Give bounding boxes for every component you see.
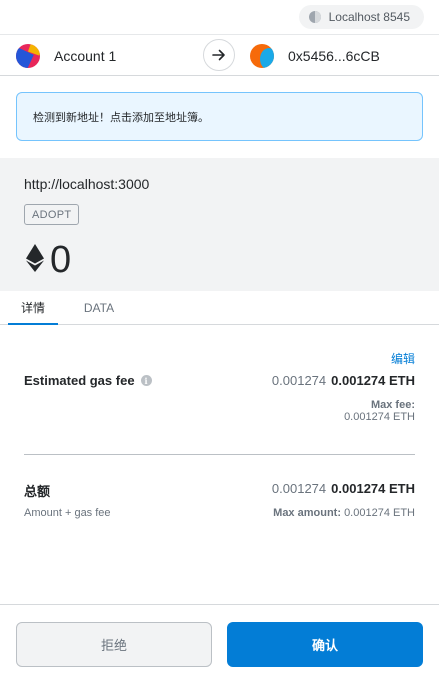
tab-details[interactable]: 详情 bbox=[8, 291, 58, 325]
edit-gas-link[interactable]: 编辑 bbox=[391, 350, 415, 367]
total-label: 总额 bbox=[24, 484, 51, 499]
total-label-row: 总额 bbox=[24, 481, 50, 500]
transaction-summary: http://localhost:3000 ADOPT 0 bbox=[0, 158, 439, 291]
max-amount-value: 0.001274 ETH bbox=[344, 507, 415, 519]
sender-account[interactable]: Account 1 bbox=[16, 44, 116, 68]
max-amount-label: Max amount: bbox=[273, 507, 341, 519]
network-bar: Localhost 8545 bbox=[0, 0, 439, 34]
footer: 拒绝 确认 bbox=[0, 604, 439, 683]
total-secondary: 0.001274 bbox=[271, 481, 327, 496]
gas-fee-label-row: Estimated gas fee i bbox=[24, 373, 152, 388]
max-fee-value: 0.001274 ETH bbox=[344, 411, 415, 423]
network-dot-icon bbox=[308, 11, 321, 23]
amount-row: 0 bbox=[26, 238, 71, 282]
total-primary: 0.001274 ETH bbox=[331, 481, 415, 496]
recipient-account[interactable]: 0x5456...6cCB bbox=[250, 44, 380, 68]
total-sub-label: Amount + gas fee bbox=[24, 507, 111, 519]
sender-recipient-row: Account 1 0x5456...6cCB bbox=[0, 34, 439, 76]
gas-fee-primary: 0.001274 ETH bbox=[331, 373, 415, 388]
divider bbox=[24, 454, 415, 455]
tab-bar: 详情 DATA bbox=[0, 291, 439, 325]
max-fee-label: Max fee: bbox=[370, 399, 415, 411]
add-address-notice[interactable]: 检测到新地址！点击添加至地址簿。 bbox=[16, 92, 423, 141]
ethereum-icon bbox=[26, 243, 44, 277]
max-amount: Max amount: 0.001274 ETH bbox=[273, 507, 415, 519]
gas-fee-label: Estimated gas fee bbox=[24, 373, 135, 388]
confirm-button[interactable]: 确认 bbox=[227, 622, 423, 667]
sender-avatar bbox=[16, 44, 40, 68]
total-values: 0.001274 0.001274 ETH bbox=[272, 481, 415, 496]
reject-button[interactable]: 拒绝 bbox=[16, 622, 212, 667]
gas-fee-secondary: 0.001274 bbox=[271, 373, 327, 388]
transaction-amount: 0 bbox=[50, 239, 72, 281]
origin-url: http://localhost:3000 bbox=[24, 176, 150, 192]
max-fee-block: Max fee: 0.001274 ETH bbox=[344, 399, 415, 423]
info-icon[interactable]: i bbox=[140, 375, 152, 386]
recipient-avatar bbox=[250, 44, 274, 68]
network-label: Localhost 8545 bbox=[328, 10, 410, 24]
notice-text: 检测到新地址！点击添加至地址簿。 bbox=[33, 111, 209, 124]
arrow-right-icon bbox=[203, 39, 235, 71]
network-selector[interactable]: Localhost 8545 bbox=[298, 5, 424, 29]
recipient-address: 0x5456...6cCB bbox=[288, 48, 380, 64]
sender-name: Account 1 bbox=[54, 48, 117, 64]
tab-data[interactable]: DATA bbox=[74, 291, 124, 325]
gas-fee-values: 0.001274 0.001274 ETH bbox=[272, 373, 415, 388]
method-badge: ADOPT bbox=[24, 204, 80, 225]
